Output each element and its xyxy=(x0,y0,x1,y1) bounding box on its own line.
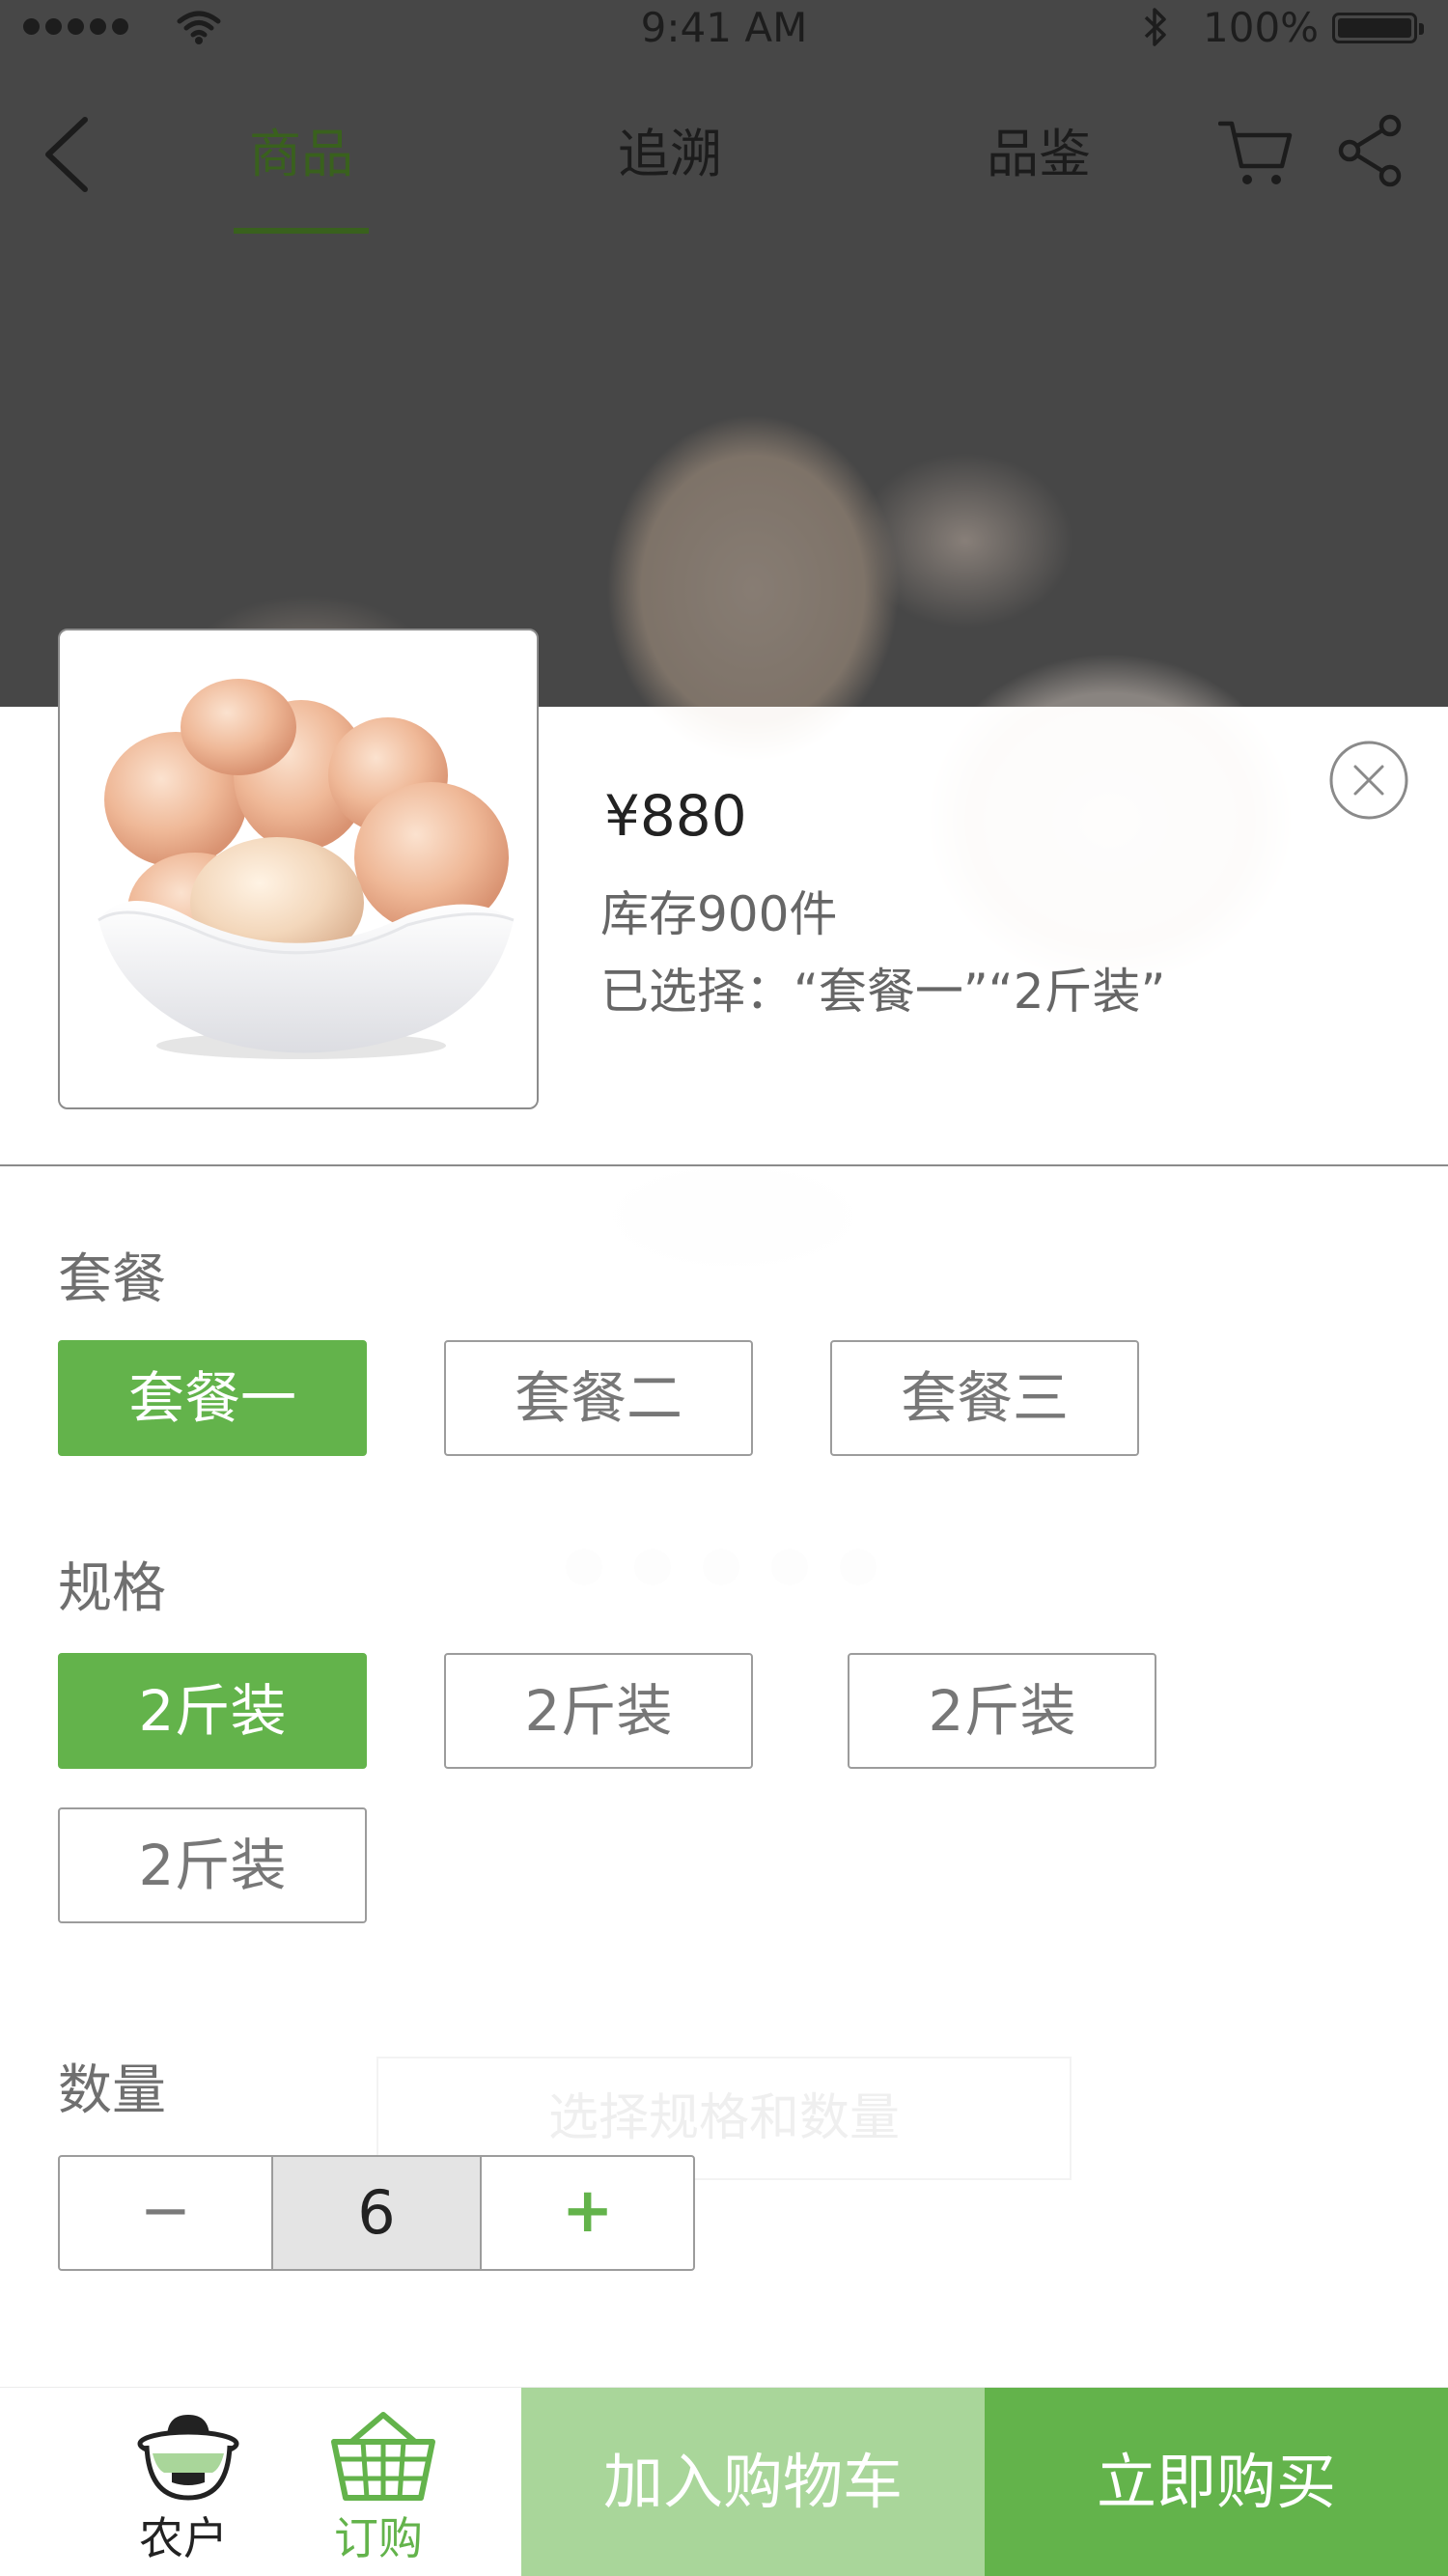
cart-icon[interactable] xyxy=(1218,114,1294,189)
basket-icon xyxy=(331,2412,435,2501)
product-page: 9:41 AM 100% 商品 追溯 品鉴 选择规格和数量 ¥880 库存900… xyxy=(0,0,1448,2576)
quantity-value[interactable]: 6 xyxy=(270,2157,483,2269)
decrease-button[interactable]: − xyxy=(60,2157,271,2269)
package-option-2[interactable]: 套餐二 xyxy=(444,1340,753,1456)
battery-percent: 100% xyxy=(1203,4,1320,51)
package-label: 套餐 xyxy=(58,1248,166,1311)
sheet-divider xyxy=(0,1164,1448,1166)
tab-review[interactable]: 品鉴 xyxy=(987,116,1091,193)
increase-button[interactable]: + xyxy=(482,2157,693,2269)
farmer-label: 农户 xyxy=(139,2512,228,2564)
package-option-3[interactable]: 套餐三 xyxy=(830,1340,1139,1456)
quantity-stepper: − 6 + xyxy=(58,2155,695,2271)
order-button[interactable]: 订购 xyxy=(282,2388,475,2576)
add-to-cart-button[interactable]: 加入购物车 xyxy=(521,2388,985,2576)
spec-option-4[interactable]: 2斤装 xyxy=(58,1807,367,1923)
spec-option-3[interactable]: 2斤装 xyxy=(848,1653,1156,1769)
product-price: ¥880 xyxy=(604,783,747,849)
product-thumbnail xyxy=(58,629,539,1109)
battery-icon xyxy=(1332,13,1424,43)
tab-product[interactable]: 商品 xyxy=(249,116,353,193)
spec-label: 规格 xyxy=(58,1557,166,1620)
buy-now-button[interactable]: 立即购买 xyxy=(985,2388,1448,2576)
status-bar: 9:41 AM 100% xyxy=(0,0,1448,56)
selected-summary: 已选择：“套餐一”“2斤装” xyxy=(600,964,1166,1020)
tab-trace[interactable]: 追溯 xyxy=(618,116,722,193)
package-option-1[interactable]: 套餐一 xyxy=(58,1340,367,1456)
share-icon[interactable] xyxy=(1338,114,1402,187)
close-icon[interactable] xyxy=(1328,740,1409,821)
farmer-button[interactable]: 农户 xyxy=(87,2388,280,2576)
stock-count: 库存900件 xyxy=(600,886,838,942)
chevron-left-icon[interactable] xyxy=(39,114,97,195)
bottom-action-bar: 农户 订购 加入购物车 立即购买 xyxy=(0,2387,1448,2576)
quantity-label: 数量 xyxy=(58,2059,166,2122)
spec-option-1[interactable]: 2斤装 xyxy=(58,1653,367,1769)
eggs-bowl-image xyxy=(97,679,515,1059)
spec-option-2[interactable]: 2斤装 xyxy=(444,1653,753,1769)
farmer-icon xyxy=(137,2415,239,2501)
active-tab-indicator xyxy=(234,228,369,234)
top-nav: 商品 追溯 品鉴 xyxy=(0,97,1448,241)
order-label: 订购 xyxy=(334,2512,423,2564)
bluetooth-icon xyxy=(1144,8,1166,46)
